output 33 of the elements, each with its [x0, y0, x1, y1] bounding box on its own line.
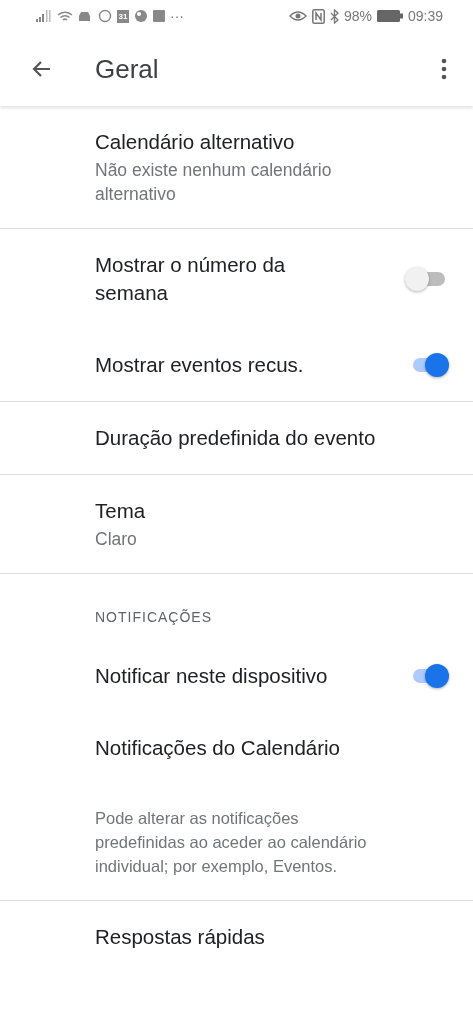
bluetooth-icon: [329, 8, 339, 24]
wifi-icon: [57, 9, 73, 23]
item-title: Duração predefinida do evento: [95, 425, 376, 451]
item-title: Notificações do Calendário: [95, 735, 340, 761]
item-title: Mostrar eventos recus.: [95, 352, 304, 378]
square-icon: [153, 10, 165, 22]
battery-percent: 98%: [343, 8, 372, 24]
settings-item[interactable]: Calendário alternativo Não existe nenhum calendário alternativo: [0, 106, 473, 228]
signal-icon: [36, 10, 52, 22]
page-title: Geral: [95, 53, 160, 85]
settings-item[interactable]: Respostas rápidas: [0, 901, 473, 973]
more-notifications: ···: [170, 8, 184, 24]
item-title: Notificar neste dispositivo: [95, 663, 328, 689]
settings-item[interactable]: Duração predefinida do evento: [0, 402, 473, 474]
settings-item[interactable]: Tema Claro: [0, 475, 473, 573]
clock: 09:39: [407, 8, 443, 24]
settings-item[interactable]: Notificações do Calendário: [0, 712, 473, 784]
item-title: Respostas rápidas: [95, 924, 265, 950]
settings-toggle-item[interactable]: Mostrar o número da semana: [0, 229, 473, 329]
settings-toggle-item[interactable]: Notificar neste dispositivo: [0, 640, 473, 712]
battery-icon: [376, 10, 403, 22]
calendar-icon: 31: [117, 9, 129, 23]
item-title: Tema: [95, 498, 146, 524]
settings-toggle-item[interactable]: Mostrar eventos recus.: [0, 329, 473, 401]
item-subtitle: Claro: [95, 528, 138, 551]
section-header: NOTIFICAÇÕES: [95, 609, 212, 625]
nfc-icon: [311, 8, 325, 24]
help-text: Pode alterar as notificações predefinidas ao aceder ao calendário individual; por exemplo, Eventos.: [95, 808, 368, 877]
item-title: Calendário alternativo: [95, 129, 296, 155]
item-title: Mostrar o número da semana: [95, 252, 287, 306]
eye-icon: [288, 10, 307, 22]
more-options-icon[interactable]: [441, 58, 447, 80]
item-subtitle: Não existe nenhum calendário alternativo: [95, 159, 333, 206]
